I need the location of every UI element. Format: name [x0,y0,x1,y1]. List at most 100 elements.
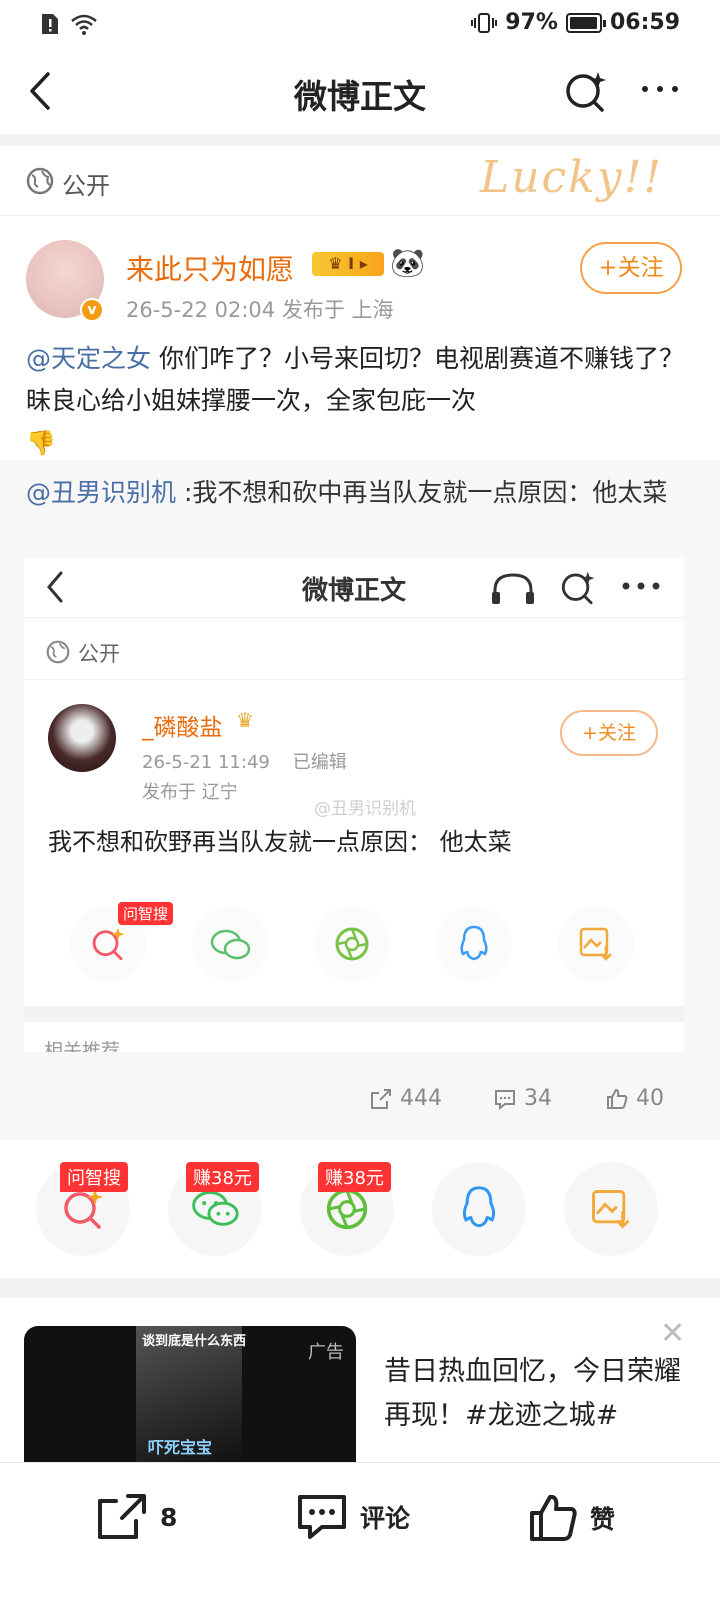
screenshot-header: 微博正文 [24,558,684,618]
verified-badge-icon: v [80,298,104,322]
visibility-label: 公开 [62,172,110,200]
comment-label: 评论 [360,1504,411,1533]
search-button[interactable] [564,70,608,118]
screenshot-share-moments [314,906,390,982]
ad-image-caption-top: 谈到底是什么东西 [142,1334,247,1349]
ad-image-caption-bottom: 吓死宝宝 [148,1438,213,1457]
qq-penguin-icon [460,925,488,961]
headphones-icon [492,573,534,604]
thumbs-down-emoji-icon: 👎 [26,429,56,457]
ad-title[interactable]: 昔日热血回忆，今日荣耀再现！#龙迹之城# [384,1350,694,1438]
share-icon [98,1494,146,1539]
aperture-icon [335,927,369,961]
post-text: @天定之女 你们咋了？小号来回切？电视剧赛道不赚钱了？昧良心给小姐妹撑腰一次，全… [26,338,696,464]
save-image-icon [579,927,612,961]
qq-penguin-icon [462,1186,496,1228]
like-button[interactable]: 赞 [528,1493,615,1543]
wechat-icon [192,1191,239,1226]
ad-image[interactable]: 谈到底是什么东西 吓死宝宝 广告 [24,1326,356,1462]
share-row: 问智搜 赚38元 赚38元 [0,1140,720,1278]
comment-count[interactable]: 34 [494,1086,552,1111]
share-qq-button[interactable] [432,1162,526,1256]
ad-label: 广告 [308,1342,344,1363]
follow-button[interactable]: +关注 [580,242,682,294]
repost-button[interactable]: 8 [96,1493,177,1541]
crown-icon: ♛ [236,708,254,732]
bottom-action-bar: 8 评论 赞 [0,1462,720,1600]
more-dot-icon [657,86,663,92]
mention-link[interactable]: @天定之女 [26,344,151,373]
screenshot-visibility: 公开 [24,622,684,680]
screenshot-divider [24,1006,684,1022]
screenshot-location: 发布于 辽宁 [142,782,238,803]
thumbs-up-icon [530,1494,577,1541]
aperture-icon [326,1188,368,1230]
author-name[interactable]: 来此只为如愿 [126,248,294,288]
share-tag-reward: 赚38元 [318,1162,391,1192]
screenshot-time: 26-5-21 11:49 已编辑 [142,748,347,774]
vibrate-icon [471,12,498,33]
share-tag-wenzhisou: 问智搜 [60,1162,128,1192]
screenshot-follow-button: +关注 [560,710,658,756]
battery-icon [565,12,606,33]
comment-icon [298,1495,346,1539]
post-meta: 26-5-22 02:04 发布于 上海 [126,298,394,322]
repost-count-label: 8 [160,1502,178,1532]
panda-icon: 🐼 [390,246,425,279]
share-icon [371,1088,391,1109]
more-button[interactable] [642,86,678,92]
repost-text: @丑男识别机 :我不想和砍中再当队友就一点原因：他太菜 [26,474,696,512]
page-title: 微博正文 [294,77,426,116]
screenshot-avatar [48,704,116,772]
screenshot-share-wechat [192,906,268,982]
globe-icon [26,167,54,195]
post-card: v 来此只为如愿 ♛ I ▸ 🐼 26-5-22 02:04 发布于 上海 +关… [0,216,720,460]
comment-count-value: 34 [524,1086,552,1111]
visibility-bar: 公开 Lucky!! [0,146,720,216]
repost-body: :我不想和砍中再当队友就一点原因：他太菜 [176,478,668,507]
screenshot-text: 我不想和砍野再当队友就一点原因： 他太菜 [48,828,512,856]
top-nav: 微博正文 [0,48,720,134]
share-tag-reward: 赚38元 [186,1162,259,1192]
comment-icon [495,1089,515,1110]
lucky-decoration: Lucky!! [480,152,664,203]
battery-percent: 97% [505,10,558,35]
sparkle-search-icon [92,927,125,961]
clock: 06:59 [609,10,680,35]
save-image-icon [592,1190,630,1229]
sparkle-search-icon [64,1189,103,1229]
like-count-value: 40 [636,1086,664,1111]
screenshot-time-value: 26-5-21 11:49 [142,752,270,773]
globe-icon [46,640,70,664]
thumbs-up-icon [607,1088,628,1109]
screenshot-share-save [558,906,634,982]
repost-card[interactable]: @丑男识别机 :我不想和砍中再当队友就一点原因：他太菜 微博正文 公开 _磷酸盐… [0,460,720,1140]
repost-count-value: 444 [400,1086,442,1111]
level-badge-text: I [348,254,355,273]
repost-mention-link[interactable]: @丑男识别机 [26,478,176,507]
sim-alert-icon [42,14,58,34]
attached-screenshot[interactable]: 微博正文 公开 _磷酸盐 ♛ 26-5-21 11:49 已编辑 发布于 辽宁 … [24,558,684,1052]
wechat-icon [210,929,251,960]
repost-stats: 444 34 40 [0,1070,720,1130]
screenshot-related-label: 相关推荐 [44,1040,121,1052]
member-level-badge: ♛ I ▸ [312,252,384,276]
comment-button[interactable]: 评论 [296,1493,410,1541]
screenshot-visibility-label: 公开 [78,642,120,666]
repost-count[interactable]: 444 [370,1086,442,1111]
screenshot-edited: 已编辑 [292,752,347,773]
save-image-button[interactable] [564,1162,658,1256]
screenshot-share-tag: 问智搜 [118,902,174,925]
wifi-icon [71,14,97,35]
screenshot-author: _磷酸盐 [142,715,223,741]
sparkle-search-icon [566,72,606,112]
more-dot-icon [672,86,678,92]
like-label: 赞 [590,1505,616,1534]
close-icon[interactable]: ✕ [660,1316,685,1351]
ad-card[interactable]: 谈到底是什么东西 吓死宝宝 广告 昔日热血回忆，今日荣耀再现！#龙迹之城# ✕ [0,1298,720,1462]
screenshot-share-qq [436,906,512,982]
like-count[interactable]: 40 [606,1086,664,1111]
more-dot-icon [642,86,648,92]
sparkle-search-icon [561,571,595,605]
status-bar: 97% 06:59 [0,0,720,48]
